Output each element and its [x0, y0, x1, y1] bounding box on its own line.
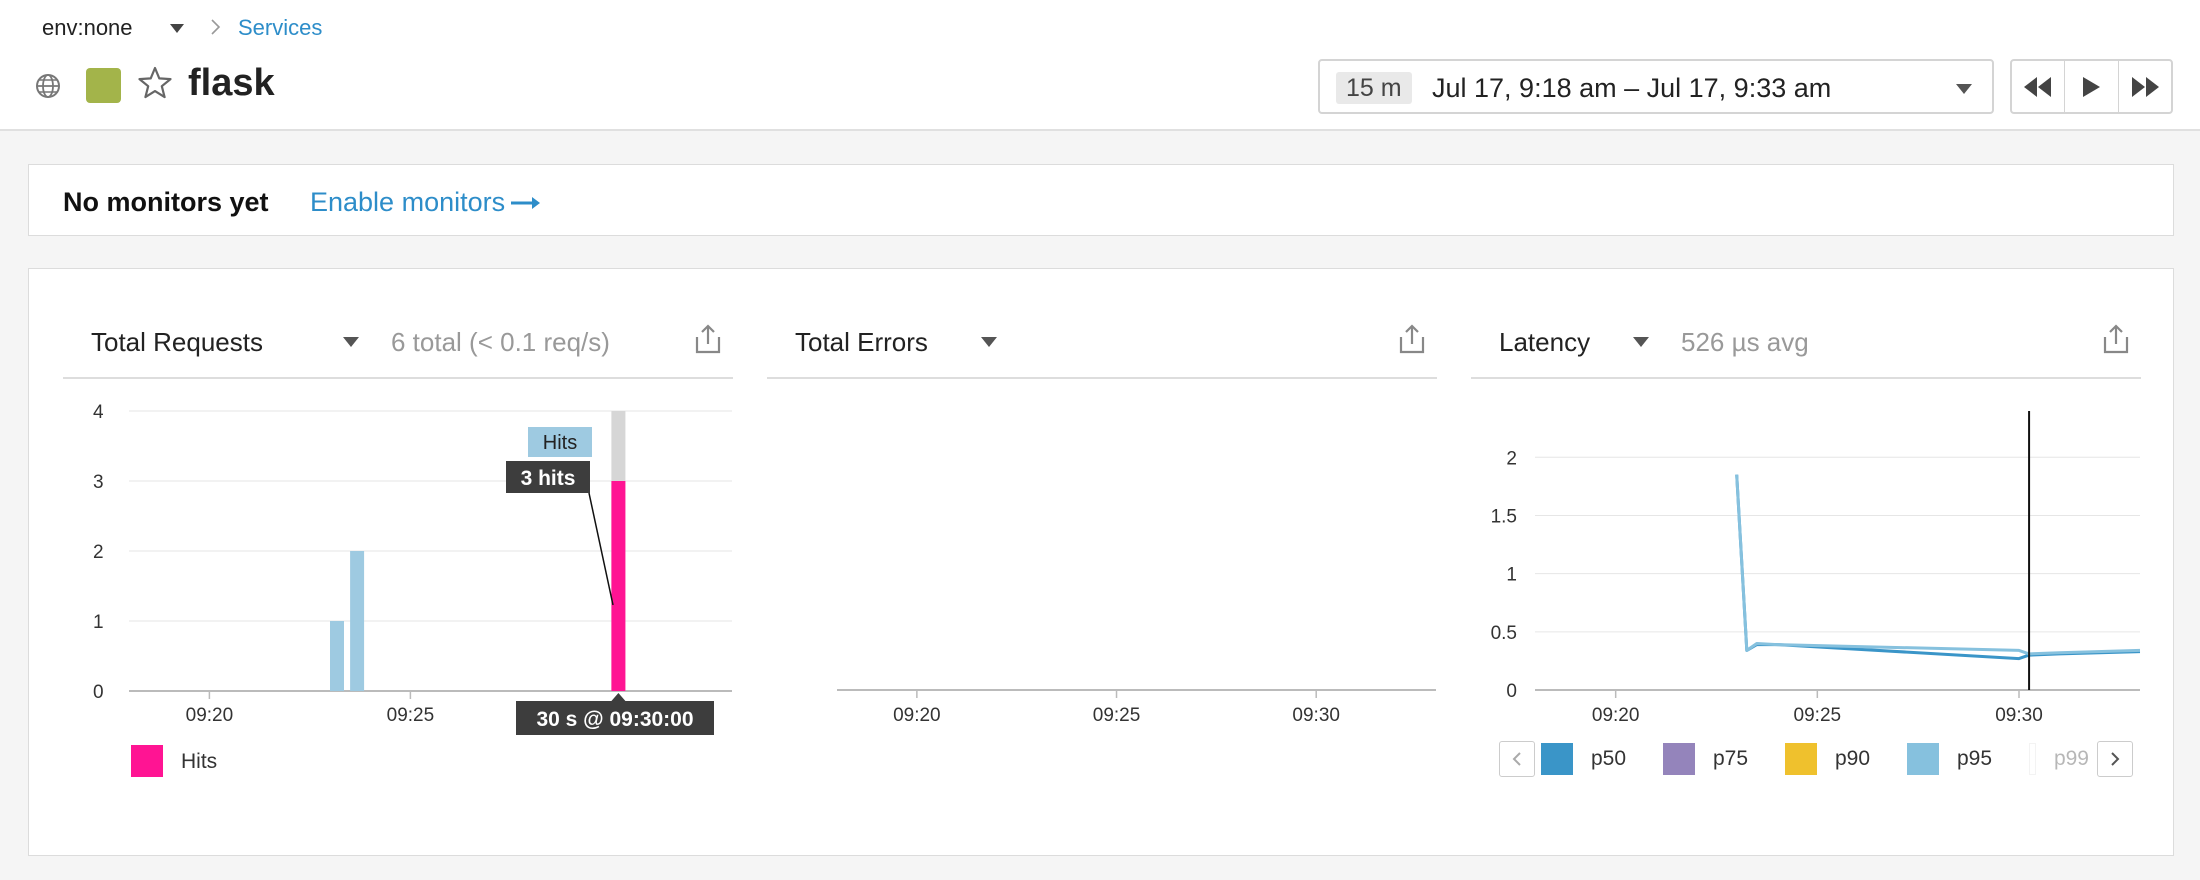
globe-icon [36, 74, 60, 98]
x-tick-label: 09:25 [1794, 705, 1842, 726]
rewind-icon [2024, 76, 2052, 97]
legend-label: p50 [1591, 747, 1627, 770]
chevron-right-icon [2111, 752, 2120, 766]
fast-forward-button[interactable] [2119, 61, 2171, 112]
play-button[interactable] [2065, 61, 2119, 112]
time-range-picker[interactable]: 15 m Jul 17, 9:18 am – Jul 17, 9:33 am [1318, 59, 1994, 114]
chevron-down-icon [1956, 84, 1972, 94]
x-tick-label: 09:25 [387, 705, 435, 726]
favorite-star-icon[interactable] [138, 66, 172, 100]
widgets-panel: Total Requests 6 total (< 0.1 req/s) 012… [28, 268, 2174, 856]
env-label: env:none [42, 15, 133, 40]
legend-swatch [1907, 743, 1939, 775]
tooltip-value-label: 3 hits [521, 467, 576, 490]
legend-next-button[interactable] [2097, 741, 2133, 777]
y-tick-label: 4 [93, 402, 104, 423]
x-tick-label: 09:30 [1995, 705, 2043, 726]
fast-forward-icon [2131, 76, 2159, 97]
legend-swatch [1785, 743, 1817, 775]
enable-monitors-link[interactable]: Enable monitors [310, 187, 541, 218]
legend-item-p90[interactable]: p90 [1785, 743, 1870, 775]
legend-swatch [1663, 743, 1695, 775]
enable-monitors-label: Enable monitors [310, 187, 506, 217]
y-tick-label: 1 [1506, 565, 1517, 586]
playback-controls [2010, 59, 2173, 114]
x-tick-label: 09:20 [893, 705, 941, 726]
y-tick-label: 3 [93, 472, 104, 493]
legend-item-p75[interactable]: p75 [1663, 743, 1748, 775]
legend-swatch [131, 745, 163, 777]
breadcrumb-services-link[interactable]: Services [238, 15, 322, 41]
bar [330, 621, 344, 691]
rewind-button[interactable] [2012, 61, 2066, 112]
bar [611, 481, 626, 691]
tooltip-connector [588, 492, 614, 606]
legend-prev-button[interactable] [1499, 741, 1535, 777]
arrow-right-icon [511, 196, 541, 209]
legend-label: p90 [1835, 747, 1871, 770]
x-tick-label: 09:20 [186, 705, 234, 726]
page-title: flask [188, 62, 275, 104]
y-tick-label: 1 [93, 612, 104, 633]
legend-swatch [1541, 743, 1573, 775]
chevron-left-icon [1512, 752, 1521, 766]
legend-label: p95 [1957, 747, 1993, 770]
y-tick-label: 0 [93, 682, 104, 703]
legend-label: Hits [181, 750, 217, 773]
y-tick-label: 0.5 [1491, 623, 1517, 644]
y-tick-label: 0 [1506, 681, 1517, 702]
no-monitors-text: No monitors yet [63, 187, 269, 217]
legend-label: p75 [1713, 747, 1749, 770]
env-selector[interactable]: env:none [42, 14, 133, 42]
time-range-text: Jul 17, 9:18 am – Jul 17, 9:33 am [1432, 73, 1832, 103]
errors-chart[interactable]: 09:20 09:25 09:30 [767, 269, 1447, 829]
series-line-p50 [1735, 474, 2141, 661]
breadcrumb-chevron-icon [211, 19, 221, 35]
requests-chart[interactable]: 0 1 2 3 4 09:20 09:25 Hits 3 hits 30 s @ 09:30:00… [63, 269, 743, 829]
tooltip-time-pointer [611, 693, 626, 701]
legend-swatch [2029, 743, 2036, 775]
monitors-banner: No monitors yet Enable monitors [28, 164, 2174, 236]
legend-item-p95[interactable]: p95 [1907, 743, 1992, 775]
page-header: env:none Services flask 15 m Jul 17, 9:1… [0, 0, 2200, 131]
play-icon [2083, 76, 2101, 97]
tooltip-time-label: 30 s @ 09:30:00 [536, 708, 693, 731]
y-tick-label: 1.5 [1491, 506, 1517, 527]
bar [350, 551, 365, 691]
x-tick-label: 09:20 [1592, 705, 1640, 726]
tooltip-series-label: Hits [543, 432, 577, 454]
service-status-badge [86, 68, 121, 103]
env-caret-icon[interactable] [170, 24, 184, 33]
legend-item-p50[interactable]: p50 [1541, 743, 1626, 775]
y-tick-label: 2 [93, 542, 104, 563]
legend-label: p99 [2053, 747, 2089, 770]
legend-item-p99[interactable]: p99 [2029, 743, 2089, 775]
x-tick-label: 09:25 [1093, 705, 1141, 726]
y-tick-label: 2 [1506, 448, 1517, 469]
series-line-p95 [1735, 474, 2141, 656]
x-tick-label: 09:30 [1292, 705, 1340, 726]
time-span-badge: 15 m [1336, 72, 1412, 104]
